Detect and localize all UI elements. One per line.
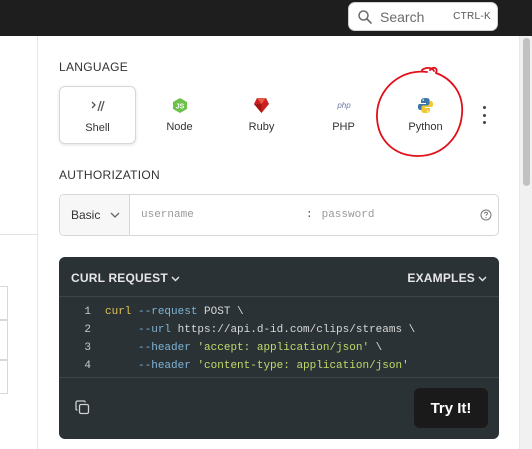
shell-icon [90, 96, 106, 116]
line-number: 4 [84, 360, 91, 372]
language-label: PHP [332, 121, 355, 133]
language-label: Python [408, 121, 443, 133]
language-label: Shell [85, 122, 110, 134]
auth-scheme-label: Basic [71, 208, 101, 222]
left-panel-divider [0, 234, 38, 235]
language-label: Node [166, 121, 193, 133]
authorization-field: Basic username : password [59, 194, 499, 236]
code-line: 3 --header 'accept: application/json' \ [59, 339, 415, 357]
language-tab-php[interactable]: php PHP [305, 86, 382, 144]
search-label: Search [380, 8, 425, 25]
more-languages-button[interactable] [478, 106, 490, 124]
code-panel: CURL REQUEST EXAMPLES 1 curl --request PO… [59, 257, 499, 439]
code-line: 2 --url https://api.d-id.com/clips/strea… [59, 321, 415, 339]
copy-icon[interactable] [75, 400, 90, 415]
password-input[interactable]: password [322, 209, 375, 221]
authorization-heading: AUTHORIZATION [59, 168, 161, 182]
scrollbar-thumb[interactable] [523, 38, 530, 186]
top-bar: Search CTRL-K [0, 0, 532, 36]
code-line: 4 --header 'content-type: application/js… [59, 357, 415, 375]
left-panel-stub [0, 320, 8, 360]
try-it-button[interactable]: Try It! [414, 388, 488, 428]
search-shortcut: CTRL-K [453, 11, 491, 22]
left-panel-stub [0, 286, 8, 320]
chevron-down-icon [478, 276, 487, 282]
search-button[interactable]: Search CTRL-K [348, 2, 498, 31]
language-tab-python[interactable]: Python [387, 86, 464, 144]
credentials-separator: : [306, 209, 313, 221]
code-block[interactable]: 1 curl --request POST \ 2 --url https://ap… [59, 303, 415, 375]
ruby-icon [253, 95, 270, 115]
php-icon: php [333, 95, 355, 115]
help-icon[interactable] [480, 209, 492, 221]
auth-scheme-select[interactable]: Basic [60, 195, 130, 235]
line-text: curl --request POST \ [105, 306, 244, 318]
line-text: --header 'content-type: application/json… [138, 360, 409, 372]
line-text: --url https://api.d-id.com/clips/streams… [138, 324, 416, 336]
left-panel-stub [0, 360, 8, 394]
line-number: 1 [84, 306, 91, 318]
line-text: --header 'accept: application/json' \ [138, 342, 383, 354]
scrollbar[interactable] [519, 36, 532, 449]
code-panel-header: CURL REQUEST EXAMPLES [59, 257, 499, 297]
chevron-down-icon [171, 276, 180, 282]
code-line: 1 curl --request POST \ [59, 303, 415, 321]
svg-text:JS: JS [175, 103, 184, 110]
svg-text:php: php [336, 101, 351, 110]
node-icon: JS [172, 95, 188, 115]
chevron-down-icon [110, 212, 120, 218]
language-tab-node[interactable]: JS Node [141, 86, 218, 144]
language-heading: LANGUAGE [59, 60, 129, 74]
language-label: Ruby [248, 121, 275, 133]
line-number: 3 [84, 342, 91, 354]
examples-dropdown[interactable]: EXAMPLES [407, 271, 487, 285]
username-input[interactable]: username [141, 209, 306, 221]
code-panel-footer: Try It! [59, 377, 499, 439]
request-type-dropdown[interactable]: CURL REQUEST [71, 271, 180, 285]
language-tab-shell[interactable]: Shell [59, 86, 136, 144]
language-tab-ruby[interactable]: Ruby [223, 86, 300, 144]
search-icon [358, 9, 372, 24]
left-panel [0, 36, 38, 449]
python-icon [417, 95, 434, 115]
line-number: 2 [84, 324, 91, 336]
